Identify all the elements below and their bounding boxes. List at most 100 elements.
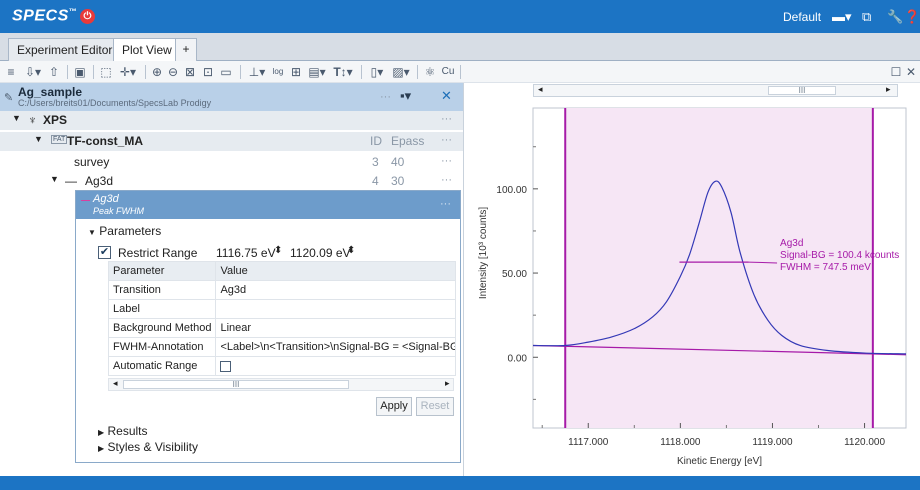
more-icon[interactable]: ··· xyxy=(380,91,391,103)
param-value[interactable]: Linear xyxy=(215,318,457,338)
restrict-range-checkbox[interactable]: ✔ xyxy=(98,246,111,259)
table-row[interactable]: Label xyxy=(107,299,457,319)
tree-row-xps[interactable]: ▼ ♆ XPS ··· xyxy=(0,111,463,130)
atom-icon[interactable]: ⚛ xyxy=(422,64,438,80)
parameters-section[interactable]: ▼ Parameters xyxy=(88,224,161,238)
item-epass: 30 xyxy=(391,174,405,188)
logo-text: SPECS xyxy=(12,7,69,25)
range-from-stepper[interactable]: ⬍ xyxy=(274,245,282,256)
table-row[interactable]: Transition Ag3d xyxy=(107,280,457,300)
table-row[interactable]: FWHM-Annotation <Label>\n<Transition>\nS… xyxy=(107,337,457,357)
value-column-header: Value xyxy=(215,261,457,281)
param-value[interactable]: <Label>\n<Transition>\nSignal-BG = <Sign… xyxy=(215,337,457,357)
more-icon[interactable]: ··· xyxy=(441,113,452,125)
tree-row-survey[interactable]: survey 3 40 ··· xyxy=(0,153,463,172)
text-icon[interactable]: T↕▾ xyxy=(330,64,356,80)
item-name: Ag3d xyxy=(85,174,114,188)
chevron-down-icon[interactable]: ▼ xyxy=(12,113,21,123)
item-id: 4 xyxy=(372,174,379,188)
param-value[interactable] xyxy=(215,299,457,319)
table-row[interactable]: Automatic Range xyxy=(107,356,457,376)
spectrum-chart[interactable]: 0.00 50.00 100.00 1117.000 1118.000 1119.000 1… xyxy=(465,83,920,476)
tab-experiment-editor[interactable]: Experiment Editor xyxy=(8,38,122,61)
param-column-header: Parameter xyxy=(107,261,217,281)
window-layout-icon[interactable]: ▬▾ xyxy=(832,9,852,25)
help-icon[interactable]: ❓ xyxy=(904,9,920,25)
x-tick-label: 1118.000 xyxy=(660,437,701,448)
param-value[interactable]: Ag3d xyxy=(215,280,457,300)
table-row[interactable]: Background Method Linear xyxy=(107,318,457,338)
grid-icon[interactable]: ⊞ xyxy=(288,64,304,80)
tree-row-ag3d[interactable]: ▼ — Ag3d 4 30 ··· xyxy=(0,172,463,191)
close-document-icon[interactable]: ✕ xyxy=(441,88,452,104)
param-name: FWHM-Annotation xyxy=(107,337,217,357)
reset-button[interactable]: Reset xyxy=(416,397,454,416)
more-icon[interactable]: ··· xyxy=(440,198,451,210)
restore-icon[interactable]: ⧉ xyxy=(862,9,871,25)
document-name: Ag_sample xyxy=(18,85,83,99)
page-icon[interactable]: ▯▾ xyxy=(366,64,388,80)
peak-color-icon xyxy=(81,200,90,201)
param-value[interactable] xyxy=(215,356,457,376)
table-header-row: Parameter Value xyxy=(107,261,457,281)
automatic-range-checkbox[interactable] xyxy=(220,360,232,372)
log-scale-icon[interactable]: log xyxy=(270,64,286,80)
range-from-input[interactable]: 1116.75 eV xyxy=(216,246,276,260)
close-icon[interactable]: ✕ xyxy=(905,64,917,80)
item-id: 3 xyxy=(372,155,379,169)
x-tick-label: 1117.000 xyxy=(568,437,609,448)
fit-x-icon[interactable]: ⊡ xyxy=(200,64,216,80)
column-id-header: ID xyxy=(370,134,382,148)
range-to-input[interactable]: 1120.09 eV xyxy=(290,246,351,260)
more-icon[interactable]: ··· xyxy=(441,134,452,146)
logo-mark: ™ xyxy=(68,7,78,16)
add-tab-button[interactable]: + xyxy=(175,38,197,61)
wrench-icon[interactable]: 🔧 xyxy=(887,9,903,25)
select-icon[interactable]: ⬚ xyxy=(98,64,114,80)
more-icon[interactable]: ··· xyxy=(441,174,452,186)
apply-button[interactable]: Apply xyxy=(376,397,412,416)
screenshot-icon[interactable]: ▭ xyxy=(218,64,234,80)
peak-icon[interactable]: ⊥▾ xyxy=(246,64,268,80)
fat-mode-icon: FAT xyxy=(51,135,68,144)
chevron-down-icon[interactable]: ▼ xyxy=(34,134,43,144)
x-tick-label: 1120.000 xyxy=(844,437,885,448)
zoom-in-icon[interactable]: ⊕ xyxy=(150,64,164,80)
param-name: Background Method xyxy=(107,318,217,338)
parameter-table: Parameter Value Transition Ag3d Label Ba… xyxy=(107,261,457,376)
layout-icon[interactable]: ▤▾ xyxy=(306,64,328,80)
export-icon[interactable]: ⇧ xyxy=(46,64,62,80)
styles-section[interactable]: ▶ Styles & Visibility xyxy=(98,440,198,454)
fit-icon[interactable]: ⊠ xyxy=(182,64,198,80)
menu-icon[interactable]: ≡ xyxy=(4,64,18,80)
styles-label: Styles & Visibility xyxy=(107,440,198,454)
chevron-down-icon[interactable]: ▼ xyxy=(50,174,59,184)
toolbar: ≡ ⇩▾ ⇧ ▣ ⬚ ✛▾ ⊕ ⊖ ⊠ ⊡ ▭ ⊥▾ log ⊞ ▤▾ T↕▾ … xyxy=(0,61,920,83)
import-icon[interactable]: ⇩▾ xyxy=(22,64,44,80)
peak-header[interactable]: Ag3d Peak FWHM ··· xyxy=(76,191,460,219)
scroll-right-icon[interactable]: ▸ xyxy=(445,378,450,389)
param-name: Label xyxy=(107,299,217,319)
results-section[interactable]: ▶ Results xyxy=(98,424,148,438)
document-header[interactable]: ✎ Ag_sample C:/Users/breits01/Documents/… xyxy=(0,83,463,111)
cursor-icon[interactable]: ✛▾ xyxy=(116,64,140,80)
image-icon[interactable]: ▨▾ xyxy=(390,64,412,80)
range-to-stepper[interactable]: ⬍ xyxy=(347,245,355,256)
zoom-out-icon[interactable]: ⊖ xyxy=(166,64,180,80)
edit-icon[interactable]: ✎ xyxy=(4,91,13,104)
scroll-left-icon[interactable]: ◂ xyxy=(113,378,118,389)
tree-row-dataset[interactable]: ▼ FAT TF-const_MA ID Epass ··· xyxy=(0,132,463,151)
save-document-icon[interactable]: ▪▾ xyxy=(400,88,411,104)
cu-icon[interactable]: Cu xyxy=(440,64,456,80)
scroll-thumb[interactable]: III xyxy=(123,380,349,389)
y-tick-label: 0.00 xyxy=(508,353,528,364)
power-icon[interactable]: ⏻ xyxy=(80,9,95,24)
layout-name[interactable]: Default xyxy=(783,10,821,24)
y-tick-label: 100.00 xyxy=(496,185,527,196)
maximize-icon[interactable]: ☐ xyxy=(890,64,902,80)
more-icon[interactable]: ··· xyxy=(441,155,452,167)
save-icon[interactable]: ▣ xyxy=(72,64,88,80)
tab-plot-view[interactable]: Plot View xyxy=(113,38,181,62)
results-label: Results xyxy=(107,424,148,438)
table-scrollbar[interactable]: ◂ III ▸ xyxy=(108,378,454,391)
